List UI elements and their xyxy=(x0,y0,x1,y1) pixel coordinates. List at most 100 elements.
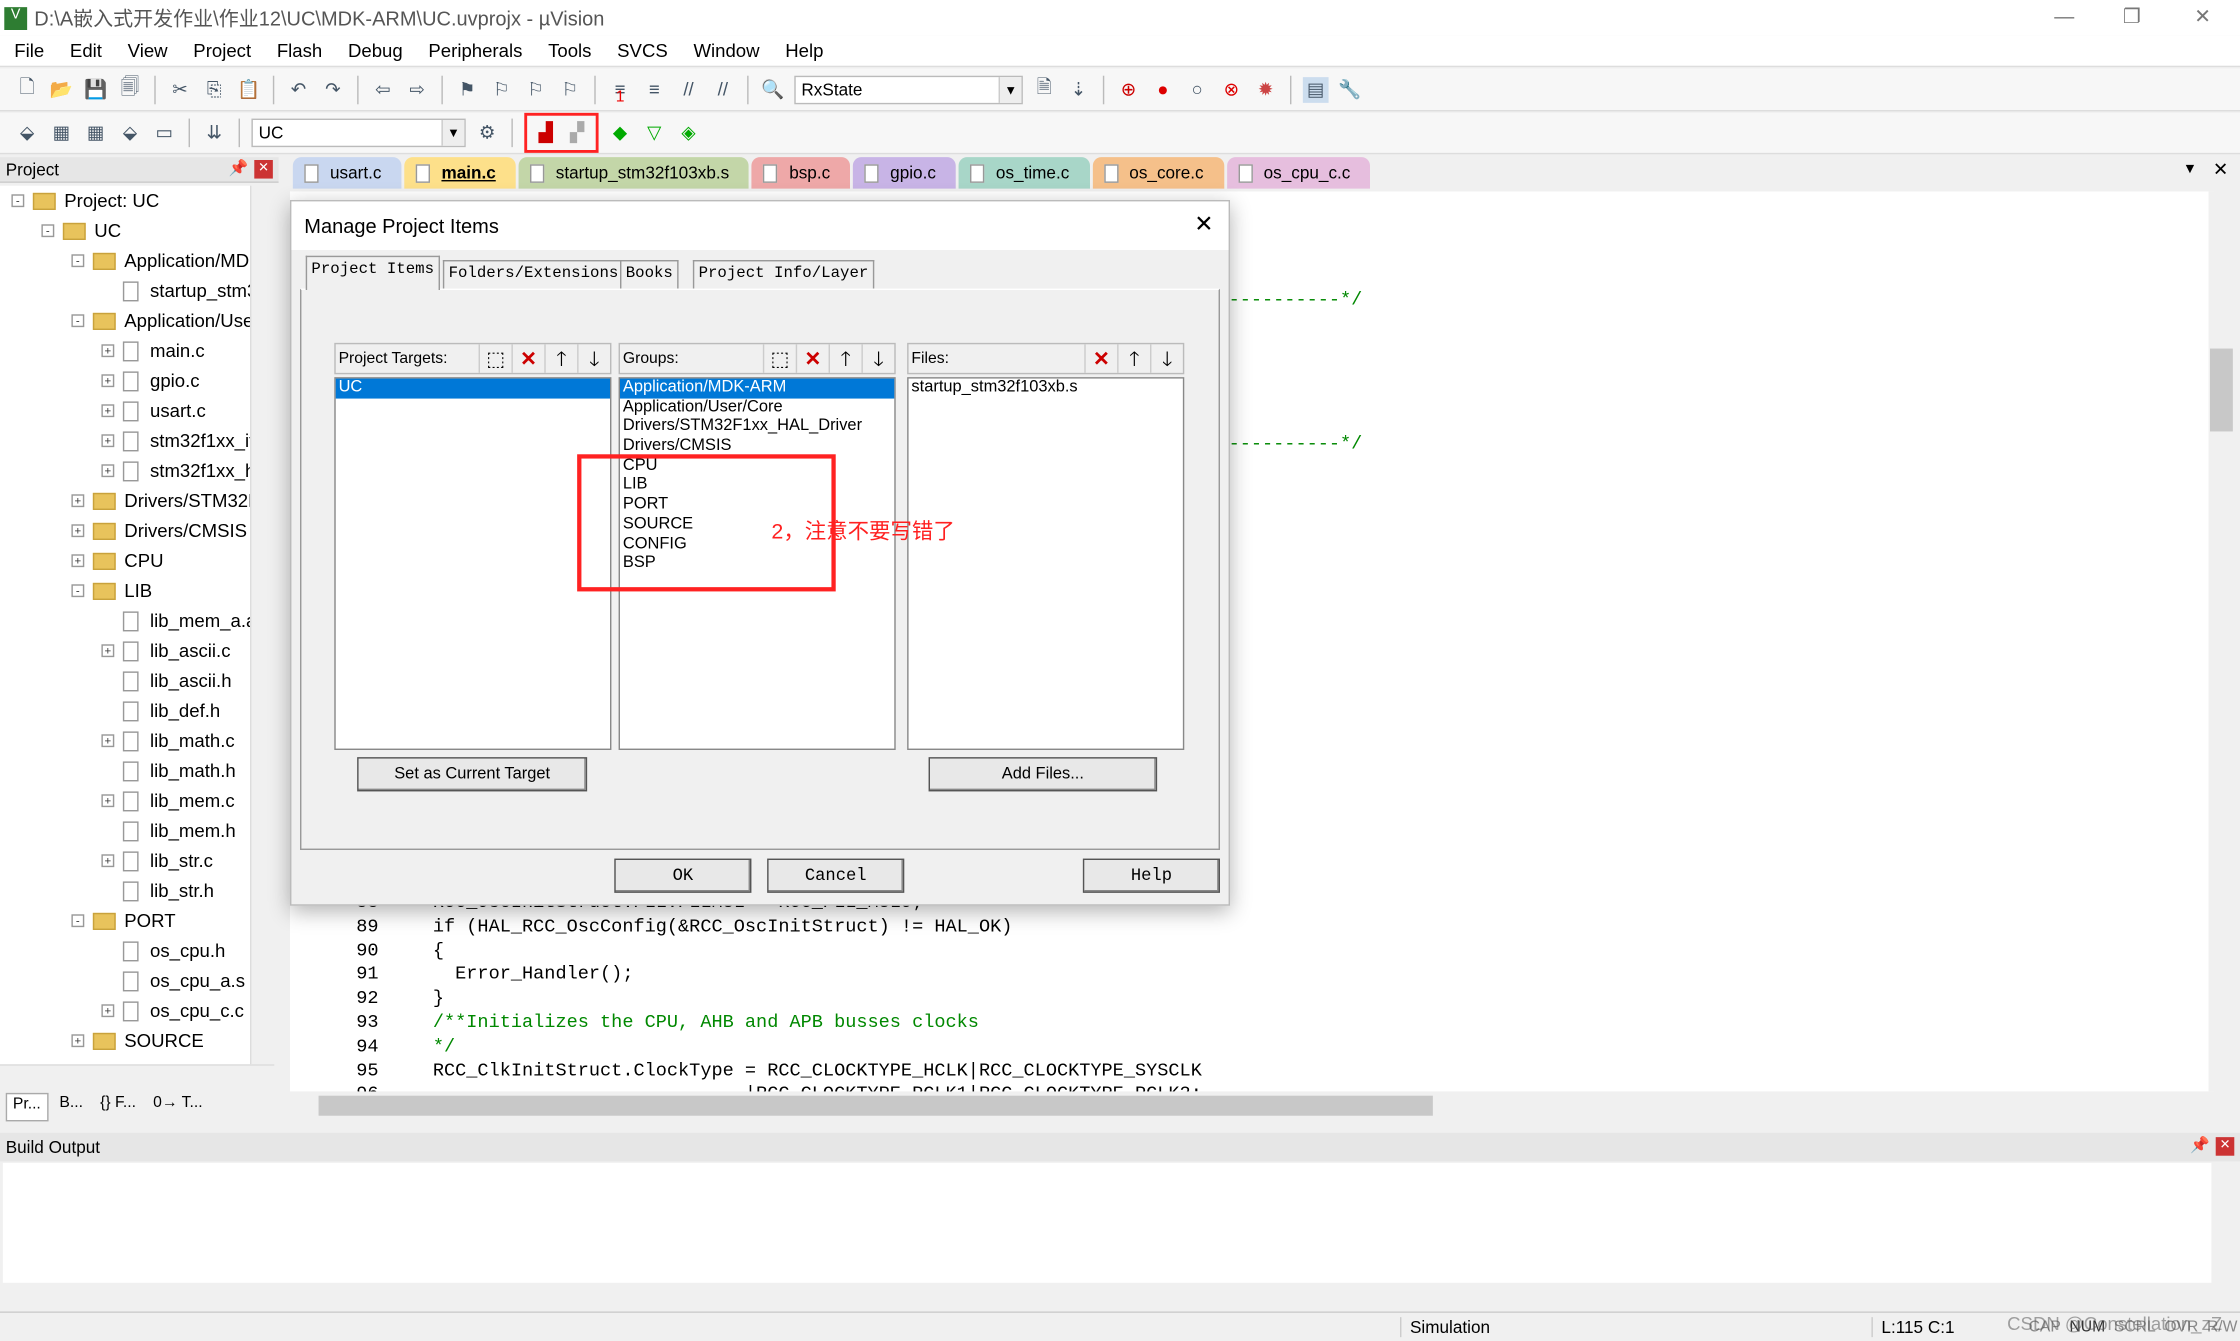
new-file-icon[interactable]: 🗋 xyxy=(14,75,40,102)
paste-icon[interactable]: 📋 xyxy=(236,76,262,102)
dialog-close-icon[interactable]: ✕ xyxy=(1194,210,1213,239)
new-target-icon[interactable]: ⬚ xyxy=(478,344,512,373)
tree-item[interactable]: + Drivers/CMSIS xyxy=(0,516,250,546)
move-up-icon[interactable]: 🡑 xyxy=(828,344,862,373)
tab-templates[interactable]: 0→ T... xyxy=(147,1093,208,1122)
editor-tab[interactable]: os_core.c xyxy=(1092,157,1224,189)
menu-file[interactable]: File xyxy=(0,40,56,61)
expand-icon[interactable]: + xyxy=(101,794,115,808)
restore-button[interactable]: ❐ xyxy=(2123,4,2141,28)
batch-build-icon[interactable]: ⬙ xyxy=(117,120,143,146)
tab-functions[interactable]: {} F... xyxy=(94,1093,141,1122)
debug-session-icon[interactable]: ⊕ xyxy=(1116,76,1142,102)
tree-item[interactable]: + main.c xyxy=(0,336,250,366)
file-item[interactable]: startup_stm32f103xb.s xyxy=(909,379,1183,399)
indent-icon[interactable]: ≡ 1 xyxy=(607,76,633,105)
group-item[interactable]: Application/MDK-ARM xyxy=(619,378,895,399)
tab-books[interactable]: Books xyxy=(619,259,679,289)
tree-item[interactable]: + os_cpu_c.c xyxy=(0,996,250,1026)
comment-icon[interactable]: // xyxy=(676,76,702,102)
tree-item[interactable]: lib_ascii.h xyxy=(0,666,250,696)
download-icon[interactable]: ⇊ xyxy=(201,120,227,146)
menu-peripherals[interactable]: Peripherals xyxy=(414,40,534,61)
tree-item[interactable]: + stm32f1xx_hal_msp.c xyxy=(0,456,250,486)
menu-svcs[interactable]: SVCS xyxy=(603,40,679,61)
expand-icon[interactable]: + xyxy=(101,734,115,748)
uncomment-icon[interactable]: // xyxy=(710,76,736,102)
select-packs-icon[interactable]: ▞ xyxy=(564,120,590,146)
tree-item[interactable]: - Project: UC xyxy=(0,186,250,216)
translate-icon[interactable]: ⬙ xyxy=(14,120,40,146)
expand-icon[interactable]: + xyxy=(101,374,115,388)
move-down-icon[interactable]: 🡓 xyxy=(861,344,894,373)
build-output-scrollbar[interactable] xyxy=(0,1282,2240,1309)
tree-item[interactable]: lib_math.h xyxy=(0,756,250,786)
menu-project[interactable]: Project xyxy=(179,40,263,61)
pin-icon[interactable]: 📌 xyxy=(2190,1136,2210,1154)
minimize-button[interactable]: — xyxy=(2054,4,2074,27)
tree-item[interactable]: + usart.c xyxy=(0,396,250,426)
collapse-icon[interactable]: - xyxy=(71,254,85,268)
open-icon[interactable]: 📂 xyxy=(49,76,75,102)
expand-icon[interactable]: + xyxy=(101,344,115,358)
window-layout-icon[interactable]: ▤ xyxy=(1302,76,1329,103)
delete-group-icon[interactable]: ✕ xyxy=(795,344,829,373)
tree-item[interactable]: lib_def.h xyxy=(0,696,250,726)
tree-item[interactable]: + lib_math.c xyxy=(0,726,250,756)
editor-tab[interactable]: bsp.c xyxy=(752,157,851,189)
menu-help[interactable]: Help xyxy=(771,40,835,61)
tree-item[interactable]: + lib_str.c xyxy=(0,846,250,876)
device-icon[interactable]: ◈ xyxy=(676,120,702,146)
tree-item[interactable]: startup_stm32f103xb.s xyxy=(0,276,250,306)
editor-tab[interactable]: os_cpu_c.c xyxy=(1226,157,1371,189)
group-item[interactable]: Application/User/Core xyxy=(620,398,894,418)
manage-project-items-icon[interactable]: ▟ xyxy=(533,120,559,146)
tree-item[interactable]: - UC xyxy=(0,216,250,246)
editor-tab[interactable]: startup_stm32f103xb.s xyxy=(518,157,750,189)
wrench-icon[interactable]: 🔧 xyxy=(1337,76,1363,102)
targets-list[interactable]: UC xyxy=(334,377,612,750)
close-panel-icon[interactable]: ✕ xyxy=(254,159,273,179)
clear-bookmarks-icon[interactable]: ⚐ xyxy=(557,76,583,102)
add-files-button[interactable]: Add Files... xyxy=(928,757,1158,792)
expand-icon[interactable]: + xyxy=(101,404,115,418)
help-button[interactable]: Help xyxy=(1082,858,1220,893)
tab-folders-extensions[interactable]: Folders/Extensions xyxy=(442,259,625,289)
move-down-icon[interactable]: 🡓 xyxy=(577,344,610,373)
save-icon[interactable]: 💾 xyxy=(83,76,109,102)
redo-icon[interactable]: ↷ xyxy=(320,76,346,102)
tab-project-info-layer[interactable]: Project Info/Layer xyxy=(692,259,875,289)
incremental-find-icon[interactable]: ⇣ xyxy=(1066,76,1092,102)
back-icon[interactable]: ⇦ xyxy=(370,76,396,102)
next-bookmark-icon[interactable]: ⚐ xyxy=(523,76,549,102)
target-combo[interactable]: UC ▼ xyxy=(251,118,466,148)
expand-icon[interactable]: + xyxy=(101,1004,115,1018)
delete-file-icon[interactable]: ✕ xyxy=(1084,344,1117,373)
configure-icon[interactable]: ✹ xyxy=(1253,76,1279,102)
tree-item[interactable]: + CPU xyxy=(0,546,250,576)
expand-icon[interactable]: + xyxy=(71,494,85,508)
editor-tab[interactable]: usart.c xyxy=(292,157,402,189)
tree-vertical-scrollbar[interactable] xyxy=(249,185,275,1065)
save-all-icon[interactable]: 🗐 xyxy=(117,75,143,102)
menu-flash[interactable]: Flash xyxy=(263,40,334,61)
tree-item[interactable]: + SOURCE xyxy=(0,1026,250,1056)
menu-window[interactable]: Window xyxy=(679,40,771,61)
unindent-icon[interactable]: ≡ xyxy=(641,76,667,102)
move-up-icon[interactable]: 🡑 xyxy=(1117,344,1150,373)
collapse-icon[interactable]: - xyxy=(71,584,85,598)
tab-project[interactable]: Pr... xyxy=(5,1092,48,1122)
tree-item[interactable]: os_cpu_a.s xyxy=(0,966,250,996)
disable-breakpoint-icon[interactable]: ○ xyxy=(1184,76,1210,102)
tree-item[interactable]: - Application/User/Core xyxy=(0,306,250,336)
find-combo[interactable]: RxState ▼ xyxy=(794,74,1023,104)
bookmark-icon[interactable]: ⚑ xyxy=(454,76,480,102)
group-item[interactable]: Drivers/STM32F1xx_HAL_Driver xyxy=(620,418,894,438)
tree-item[interactable]: os_cpu.h xyxy=(0,936,250,966)
expand-icon[interactable]: + xyxy=(101,854,115,868)
pack-installer-icon[interactable]: ▽ xyxy=(641,120,667,146)
tree-item[interactable]: + Drivers/STM32F1xx_HAL_Driver xyxy=(0,486,250,516)
expand-icon[interactable]: + xyxy=(101,464,115,478)
tree-item[interactable]: - LIB xyxy=(0,576,250,606)
close-window-button[interactable]: ✕ xyxy=(2194,4,2211,28)
